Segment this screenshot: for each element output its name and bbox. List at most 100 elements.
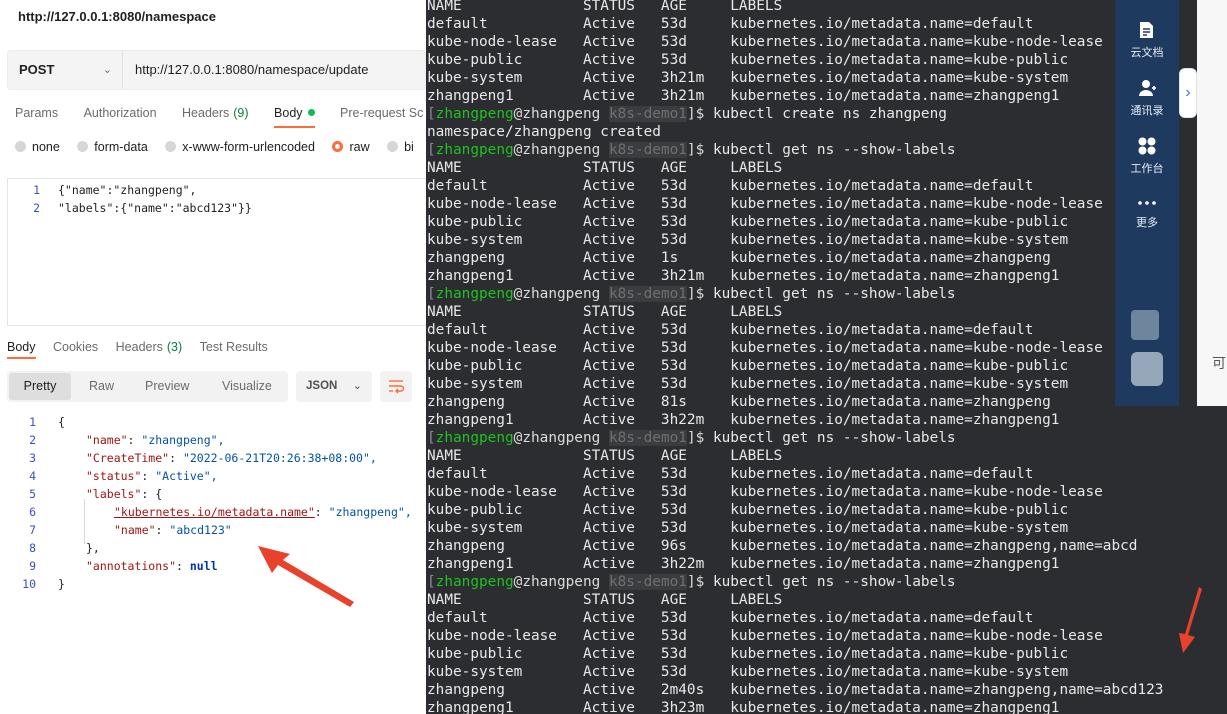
radio-form-data[interactable]: form-data: [77, 140, 148, 154]
terminal-output-line: kube-public Active 53d kubernetes.io/met…: [427, 214, 1069, 230]
line-number: 7: [29, 523, 36, 537]
annotation-arrow-icon: [1179, 587, 1202, 653]
side-item-cloud-docs[interactable]: 云文档: [1115, 20, 1179, 60]
json-value: "2022-06-21T20:26:38+08:00",: [182, 451, 377, 465]
radio-form-data-label: form-data: [94, 140, 148, 154]
request-body-editor[interactable]: 1 {"name":"zhangpeng", 2 "labels":{"name":…: [7, 178, 426, 326]
prompt-user: zhangpeng: [435, 142, 514, 158]
prompt-dir: k8s-demo1: [608, 286, 687, 302]
request-tabs: Params Authorization Headers (9) Body Pre…: [15, 100, 426, 128]
format-label: JSON: [306, 380, 338, 392]
prompt-bracket: [: [427, 106, 436, 122]
radio-binary-label: bi: [404, 140, 414, 154]
tab-test-results[interactable]: Test Results: [200, 337, 268, 357]
json-value: {: [155, 487, 163, 501]
blurred-app-icon[interactable]: [1131, 352, 1163, 386]
radio-binary[interactable]: bi: [387, 140, 414, 154]
side-item-label: 更多: [1136, 217, 1158, 229]
line-number: 1: [33, 183, 40, 197]
terminal-output-line: kube-node-lease Active 53d kubernetes.io…: [427, 196, 1103, 212]
workbench-icon: [1138, 137, 1156, 155]
terminal-prompt-line: [zhangpeng@zhangpeng k8s-demo1]$ kubectl…: [427, 105, 947, 123]
view-preview[interactable]: Preview: [145, 371, 189, 402]
line-number: 9: [29, 559, 36, 573]
code-line: 1 {"name":"zhangpeng",: [8, 181, 196, 199]
tab-response-body[interactable]: Body: [7, 337, 36, 359]
url-input[interactable]: http://127.0.0.1:8080/namespace/update: [135, 51, 368, 89]
response-body-viewer[interactable]: 1{ 2 "name": "zhangpeng", 3 "CreateTime": …: [0, 413, 426, 603]
prompt-host: zhangpeng: [522, 574, 601, 590]
tab-params[interactable]: Params: [15, 100, 58, 126]
method-label: POST: [19, 62, 55, 77]
prompt-dir: k8s-demo1: [608, 430, 687, 446]
side-item-label: 云文档: [1130, 47, 1164, 59]
tab-body[interactable]: Body: [274, 100, 315, 128]
line-number: 10: [22, 577, 36, 591]
terminal-output-line: namespace/zhangpeng created: [427, 124, 661, 140]
tab-pre-request-script[interactable]: Pre-request Sc: [340, 100, 423, 126]
headers-count-badge: (9): [233, 106, 249, 120]
terminal-output-line: zhangpeng Active 1s kubernetes.io/metada…: [427, 250, 1051, 266]
tab-response-headers[interactable]: Headers (3): [116, 337, 183, 357]
json-value: "zhangpeng",: [141, 433, 225, 447]
prompt-user: zhangpeng: [435, 574, 514, 590]
tab-headers[interactable]: Headers (9): [182, 100, 249, 126]
json-value: "zhangpeng",: [328, 505, 412, 519]
method-select[interactable]: POST ⌄: [8, 51, 123, 89]
view-pretty[interactable]: Pretty: [9, 373, 71, 400]
code-line: 1{: [0, 413, 65, 431]
radio-none-label: none: [32, 140, 60, 154]
radio-circle-icon: [77, 141, 89, 152]
view-visualize[interactable]: Visualize: [222, 371, 272, 402]
prompt-user: zhangpeng: [435, 106, 514, 122]
wrap-lines-button[interactable]: [380, 371, 412, 402]
code-line: 3 "CreateTime": "2022-06-21T20:26:38+08:0…: [0, 449, 377, 467]
view-raw[interactable]: Raw: [89, 371, 114, 402]
tab-body-label: Body: [274, 106, 303, 120]
code-line: 9 "annotations": null: [0, 557, 218, 575]
terminal-output-line: kube-public Active 53d kubernetes.io/met…: [427, 646, 1069, 662]
code-line: 4 "status": "Active",: [0, 467, 218, 485]
side-item-more[interactable]: 更多: [1115, 196, 1179, 230]
format-select[interactable]: JSON ⌄: [296, 371, 372, 402]
terminal-output-line: zhangpeng1 Active 3h22m kubernetes.io/me…: [427, 412, 1060, 428]
prompt-host: zhangpeng: [522, 142, 601, 158]
radio-urlencoded[interactable]: x-www-form-urlencoded: [165, 140, 315, 154]
indent-guide: [84, 499, 85, 544]
prompt-bracket: [: [427, 142, 436, 158]
radio-none[interactable]: none: [15, 140, 60, 154]
chevron-down-icon: ⌄: [102, 64, 112, 76]
code-line: 2 "labels":{"name":"abcd123"}}: [8, 199, 252, 217]
prompt-dir: k8s-demo1: [608, 106, 687, 122]
terminal-output-line: default Active 53d kubernetes.io/metadat…: [427, 610, 1034, 626]
terminal-command: kubectl create ns zhangpeng: [712, 106, 947, 122]
json-key: "CreateTime": [86, 451, 170, 465]
line-number: 4: [29, 469, 36, 483]
terminal-output-line: kube-public Active 53d kubernetes.io/met…: [427, 52, 1069, 68]
terminal-output-line: NAME STATUS AGE LABELS: [427, 160, 783, 176]
prompt-suffix: ]$: [686, 286, 713, 302]
terminal-window[interactable]: NAME STATUS AGE LABELS default Active 53d…: [426, 0, 1227, 714]
prompt-suffix: ]$: [686, 142, 713, 158]
terminal-output-line: zhangpeng Active 96s kubernetes.io/metad…: [427, 538, 1138, 554]
side-item-label: 工作台: [1130, 163, 1164, 175]
line-number: 2: [29, 433, 36, 447]
tab-authorization[interactable]: Authorization: [84, 100, 157, 126]
side-item-label: 通讯录: [1130, 105, 1164, 117]
side-item-workbench[interactable]: 工作台: [1115, 136, 1179, 176]
code-line: 6 "kubernetes.io/metadata.name": "zhangpe…: [0, 503, 412, 521]
blurred-avatar[interactable]: [1131, 310, 1159, 340]
chevron-right-icon: ›: [1185, 84, 1191, 101]
tab-cookies[interactable]: Cookies: [53, 337, 98, 357]
code-text: "labels":{"name":"abcd123"}}: [58, 201, 252, 215]
code-line: 2 "name": "zhangpeng",: [0, 431, 225, 449]
radio-raw[interactable]: raw: [332, 140, 370, 154]
side-item-contacts[interactable]: 通讯录: [1115, 78, 1179, 118]
terminal-output-line: default Active 53d kubernetes.io/metadat…: [427, 16, 1034, 32]
terminal-output-line: default Active 53d kubernetes.io/metadat…: [427, 322, 1034, 338]
expand-panel-button[interactable]: ›: [1179, 68, 1197, 118]
wrap-lines-icon: [389, 380, 405, 394]
